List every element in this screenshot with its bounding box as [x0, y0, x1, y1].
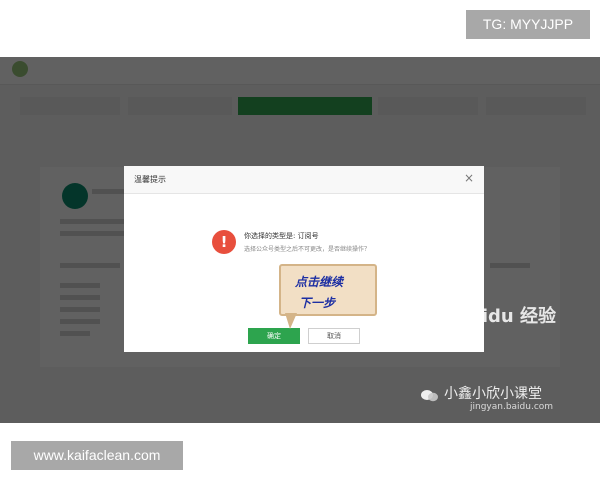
wechat-account-watermark: 小鑫小欣小课堂	[444, 386, 542, 402]
wechat-icon	[421, 390, 438, 402]
tg-tag: TG: MYYJJPP	[466, 10, 590, 39]
close-icon[interactable]: ×	[462, 171, 476, 185]
dialog-message: 你选择的类型是: 订阅号	[244, 232, 319, 240]
dialog-header: 温馨提示 ×	[124, 166, 484, 194]
confirm-dialog: 温馨提示 × ! 你选择的类型是: 订阅号 选择公众号类型之后不可更改，是否继续…	[124, 166, 484, 352]
callout-pointer	[285, 313, 297, 329]
confirm-button[interactable]: 确定	[248, 328, 300, 344]
dialog-title: 温馨提示	[134, 175, 166, 184]
site-watermark: jingyan.baidu.com	[470, 402, 554, 412]
page: TG: MYYJJPP 温馨提示 × ! 你选择的类型是: 订阅号 选择公众号类…	[0, 0, 600, 480]
baidu-watermark: Baidu 经验	[456, 306, 557, 327]
warning-icon: !	[212, 230, 236, 254]
url-tag: www.kaifaclean.com	[11, 441, 183, 470]
cancel-button[interactable]: 取消	[308, 328, 360, 344]
callout-line-2: 下一步	[299, 296, 336, 310]
callout-line-1: 点击继续	[295, 275, 344, 289]
dialog-sub-message: 选择公众号类型之后不可更改，是否继续操作？	[244, 246, 371, 253]
instruction-callout: 点击继续 下一步	[279, 264, 377, 316]
